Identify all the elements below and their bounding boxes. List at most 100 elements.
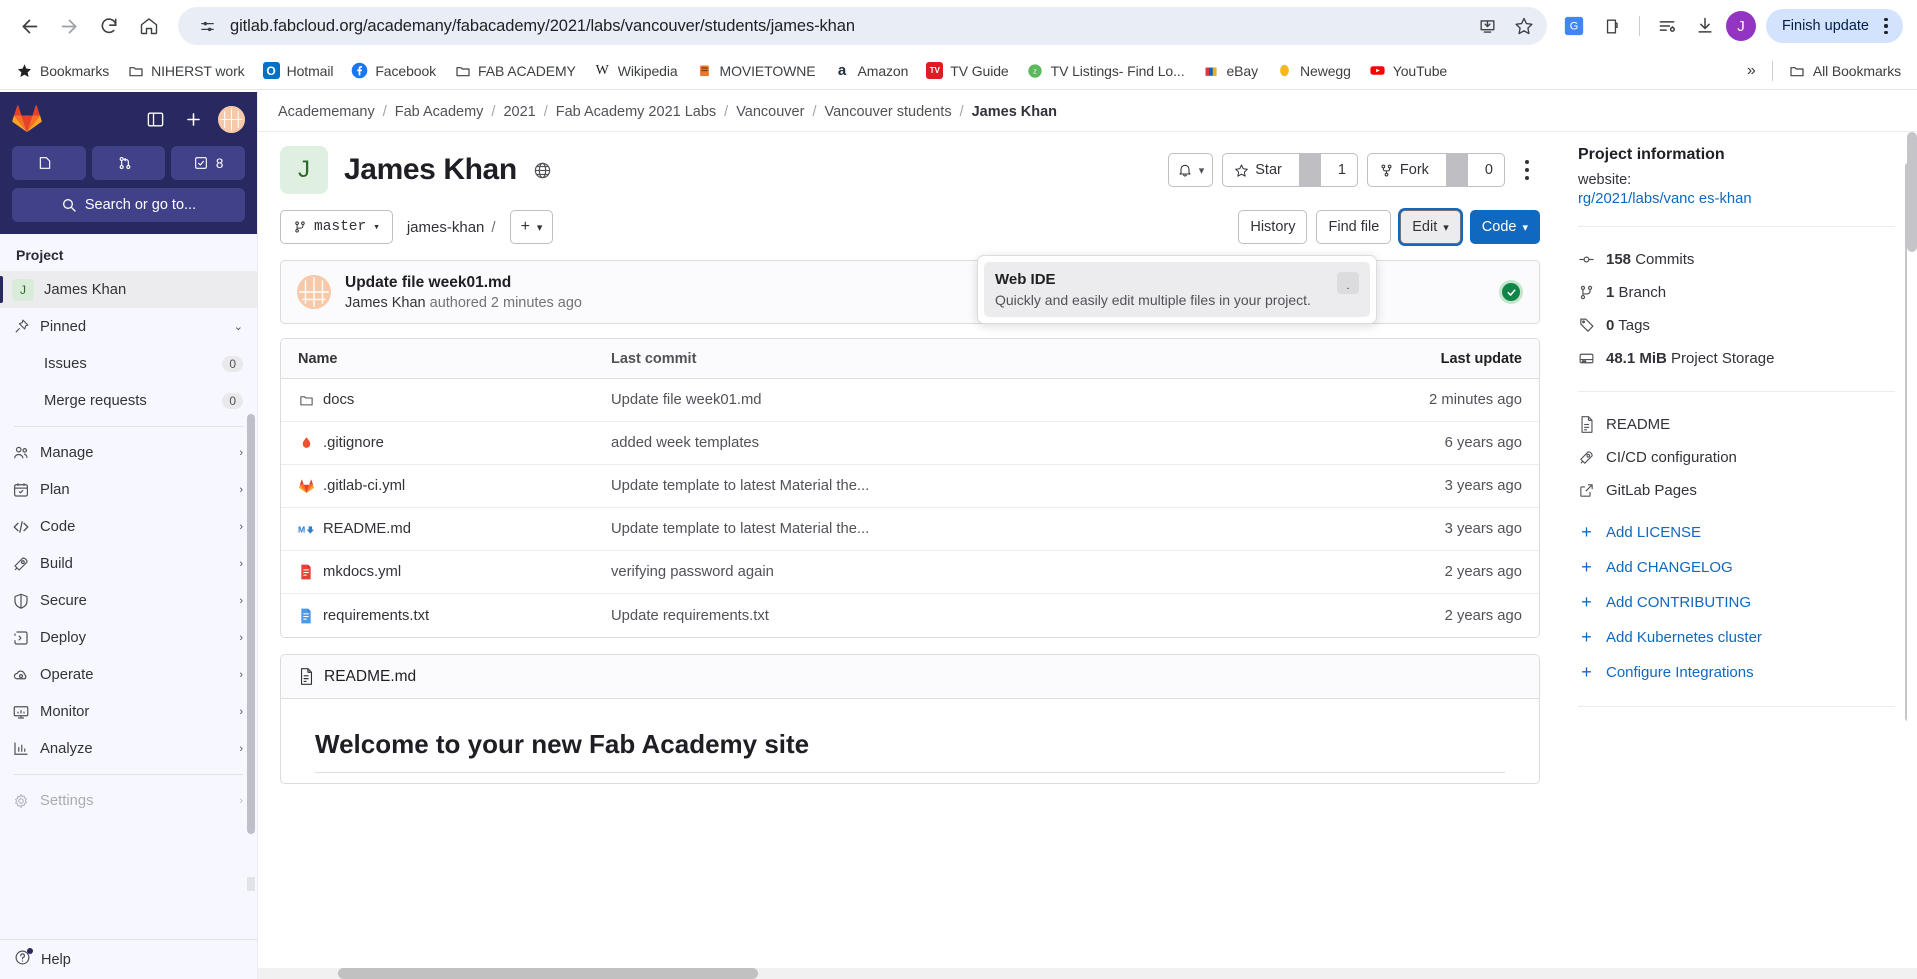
stat-commits[interactable]: 158 Commits [1578, 243, 1895, 276]
file-name-cell[interactable]: .gitlab-ci.yml [281, 478, 611, 494]
user-avatar[interactable] [218, 105, 245, 133]
pipeline-status-icon[interactable] [1499, 280, 1523, 304]
readme-filename[interactable]: README.md [324, 668, 416, 686]
bookmark-item[interactable]: Newegg [1268, 57, 1359, 84]
main-scrollbar[interactable] [1907, 132, 1917, 979]
file-name-cell[interactable]: M README.md [281, 521, 611, 537]
breadcrumb-item-labs[interactable]: Fab Academy 2021 Labs [556, 104, 716, 120]
sidebar-item-todos-counter[interactable]: 8 [171, 146, 246, 180]
bookmark-item[interactable]: TV TV Guide [918, 57, 1016, 84]
sidebar-item-issues[interactable]: Issues 0 [0, 345, 257, 382]
bookmarks-overflow-icon[interactable]: » [1739, 58, 1764, 84]
menu-item-web-ide[interactable]: Web IDE Quickly and easily edit multiple… [984, 262, 1370, 317]
panel-link-cicd[interactable]: CI/CD configuration [1578, 441, 1895, 474]
install-app-icon[interactable] [1477, 15, 1499, 37]
sidebar-item-code[interactable]: Code › [0, 508, 257, 545]
sidebar-scrollbar-arrow[interactable] [247, 877, 255, 891]
stat-branches[interactable]: 1 Branch [1578, 276, 1895, 309]
horizontal-scrollbar-thumb[interactable] [338, 968, 758, 979]
path-root[interactable]: james-khan [407, 219, 485, 236]
stat-tags[interactable]: 0 Tags [1578, 309, 1895, 342]
breadcrumb-item-2021[interactable]: 2021 [503, 104, 535, 120]
bookmark-item[interactable]: O Hotmail [255, 57, 342, 84]
sidebar-item-build[interactable]: Build › [0, 545, 257, 582]
sidebar-scrollbar[interactable] [247, 414, 255, 891]
profile-avatar[interactable]: J [1725, 11, 1756, 41]
reading-list-icon[interactable] [1650, 9, 1684, 43]
sidebar-toggle-icon[interactable] [142, 106, 168, 132]
find-file-button[interactable]: Find file [1316, 210, 1392, 244]
panel-link-readme[interactable]: README [1578, 408, 1895, 441]
fork-button[interactable]: Fork 0 [1366, 153, 1505, 187]
bookmark-item[interactable]: a Amazon [826, 57, 917, 84]
sidebar-item-secure[interactable]: Secure › [0, 582, 257, 619]
bookmark-item[interactable]: Facebook [343, 57, 444, 84]
more-actions-icon[interactable] [1514, 155, 1540, 185]
reload-button[interactable] [90, 7, 128, 45]
bookmark-star-icon[interactable] [1513, 15, 1535, 37]
breadcrumb-item-fab-academy[interactable]: Fab Academy [395, 104, 484, 120]
sidebar-item-pinned[interactable]: Pinned ⌄ [0, 308, 257, 345]
table-row[interactable]: mkdocs.yml verifying password again 2 ye… [281, 551, 1539, 594]
history-button[interactable]: History [1238, 210, 1308, 244]
stat-storage[interactable]: 48.1 MiB Project Storage [1578, 342, 1895, 375]
sidebar-item-monitor[interactable]: Monitor › [0, 693, 257, 730]
sidebar-item-operate[interactable]: Operate › [0, 656, 257, 693]
panel-link-gitlab-pages[interactable]: GitLab Pages [1578, 474, 1895, 507]
breadcrumb-item-vancouver-students[interactable]: Vancouver students [824, 104, 951, 120]
address-bar[interactable]: gitlab.fabcloud.org/academany/fabacademy… [178, 7, 1547, 45]
configure-integrations-link[interactable]: + Configure Integrations [1578, 655, 1895, 690]
website-url[interactable]: rg/2021/labs/vanc es-khan [1578, 190, 1895, 210]
table-row[interactable]: M README.md Update template to latest Ma… [281, 508, 1539, 551]
main-scrollbar-thumb[interactable] [1907, 132, 1917, 252]
table-row[interactable]: docs Update file week01.md 2 minutes ago [281, 379, 1539, 422]
site-info-icon[interactable] [194, 13, 220, 39]
file-name-cell[interactable]: docs [281, 392, 611, 408]
sidebar-item-analyze[interactable]: Analyze › [0, 730, 257, 767]
all-bookmarks-button[interactable]: All Bookmarks [1781, 57, 1909, 84]
add-changelog-link[interactable]: + Add CHANGELOG [1578, 550, 1895, 585]
downloads-icon[interactable] [1688, 9, 1722, 43]
sidebar-item-deploy[interactable]: Deploy › [0, 619, 257, 656]
sidebar-item-settings[interactable]: Settings › [0, 782, 257, 819]
bookmark-item[interactable]: eBay [1195, 57, 1267, 84]
file-name-cell[interactable]: .gitignore [281, 435, 611, 451]
notifications-button[interactable]: ▾ [1167, 153, 1214, 187]
sidebar-item-project[interactable]: J James Khan [0, 271, 257, 308]
add-contributing-link[interactable]: + Add CONTRIBUTING [1578, 585, 1895, 620]
edit-button[interactable]: Edit ▾ [1400, 210, 1461, 244]
breadcrumb-item-vancouver[interactable]: Vancouver [736, 104, 804, 120]
bookmark-item[interactable]: FAB ACADEMY [446, 57, 584, 84]
branch-selector[interactable]: master ▾ [280, 210, 393, 244]
finish-update-button[interactable]: Finish update [1765, 9, 1903, 43]
table-row[interactable]: .gitlab-ci.yml Update template to latest… [281, 465, 1539, 508]
add-kubernetes-link[interactable]: + Add Kubernetes cluster [1578, 620, 1895, 655]
file-commit-cell[interactable]: Update requirements.txt [611, 608, 1369, 624]
gitlab-logo-icon[interactable] [12, 105, 42, 133]
home-button[interactable] [130, 7, 168, 45]
code-button[interactable]: Code ▾ [1469, 210, 1540, 244]
bookmark-item[interactable]: NIHERST work [119, 57, 252, 84]
file-commit-cell[interactable]: Update file week01.md [611, 392, 1369, 408]
bookmark-item[interactable]: z TV Listings- Find Lo... [1019, 57, 1193, 84]
add-license-link[interactable]: + Add LICENSE [1578, 515, 1895, 550]
file-commit-cell[interactable]: Update template to latest Material the..… [611, 521, 1369, 537]
sidebar-item-manage[interactable]: Manage › [0, 434, 257, 471]
back-button[interactable] [10, 7, 48, 45]
sidebar-item-plan[interactable]: Plan › [0, 471, 257, 508]
search-input[interactable]: Search or go to... [12, 188, 245, 222]
table-row[interactable]: requirements.txt Update requirements.txt… [281, 594, 1539, 637]
file-name-cell[interactable]: requirements.txt [281, 608, 611, 624]
star-button-main[interactable]: Star [1223, 154, 1293, 186]
sidebar-item-issues-counter[interactable] [12, 146, 86, 180]
translate-icon[interactable]: G [1557, 9, 1591, 43]
bookmark-item[interactable]: W Wikipedia [586, 57, 686, 84]
star-button[interactable]: Star 1 [1222, 153, 1358, 187]
sidebar-item-mr-counter[interactable] [91, 146, 166, 180]
bookmark-item[interactable]: MOVIETOWNE [688, 57, 824, 84]
forward-button[interactable] [50, 7, 88, 45]
bookmark-item[interactable]: Bookmarks [8, 57, 117, 84]
file-commit-cell[interactable]: added week templates [611, 435, 1369, 451]
file-commit-cell[interactable]: Update template to latest Material the..… [611, 478, 1369, 494]
horizontal-scrollbar[interactable] [258, 968, 1917, 979]
